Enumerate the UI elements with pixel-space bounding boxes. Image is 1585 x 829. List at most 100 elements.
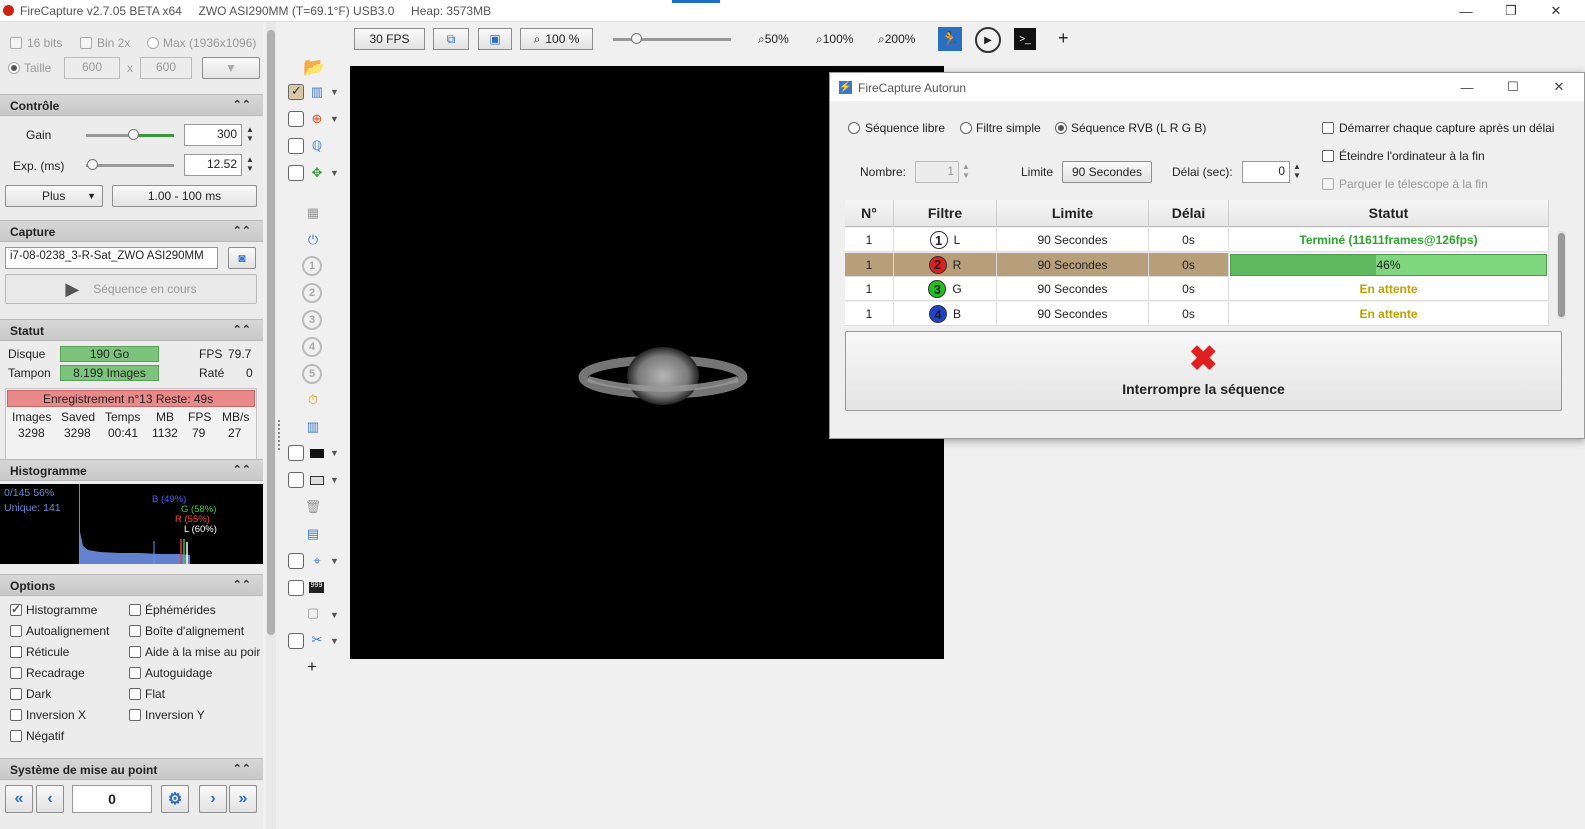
options-header[interactable]: Options ⌃⌃ <box>0 574 263 596</box>
add-toolbar-button[interactable]: + <box>1058 28 1069 49</box>
bar-chart-icon[interactable]: ▥ <box>304 418 322 436</box>
histogramme-header[interactable]: Histogramme ⌃⌃ <box>0 459 263 481</box>
preset-2-button[interactable]: 2 <box>302 283 322 303</box>
crosshair-icon[interactable]: ⊕ <box>308 110 326 128</box>
gain-spinner[interactable]: ▲ ▼ <box>244 125 256 143</box>
exp-slider[interactable] <box>86 164 174 167</box>
capture-header[interactable]: Capture ⌃⌃ <box>0 220 263 242</box>
preset-4-button[interactable]: 4 <box>302 337 322 357</box>
power-icon[interactable]: ⏻ <box>304 231 322 249</box>
exp-spinner[interactable]: ▲ ▼ <box>244 155 256 173</box>
timer-button[interactable]: ▶ <box>975 27 1001 53</box>
gain-input[interactable]: 300 <box>184 124 242 146</box>
option-checkbox[interactable] <box>129 709 141 721</box>
gain-slider-thumb[interactable] <box>128 129 140 140</box>
left-panel-scrollbar[interactable] <box>266 22 276 829</box>
option-checkbox[interactable] <box>10 709 22 721</box>
filename-input[interactable]: i7-08-0238_3-R-Sat_ZWO ASI290MM <box>5 247 218 269</box>
mode-libre-radio[interactable] <box>848 122 860 134</box>
zoom-100-button[interactable]: ⌕100% <box>816 32 853 47</box>
limite-button[interactable]: 90 Secondes <box>1062 161 1152 183</box>
nombre-spinner[interactable]: ▲ ▼ <box>960 162 972 180</box>
table-row[interactable]: 1 1 L 90 Secondes 0s Terminé (11611frames@126… <box>845 228 1549 252</box>
col-header-n[interactable]: N° <box>845 200 894 227</box>
close-button[interactable]: ✕ <box>1536 0 1576 22</box>
bin2x-checkbox[interactable] <box>80 37 92 49</box>
focus-settings-button[interactable]: ⚙ <box>161 785 189 813</box>
shutdown-checkbox[interactable] <box>1322 150 1334 162</box>
zoom-50-button[interactable]: ⌕50% <box>758 32 789 47</box>
chevron-down-icon[interactable]: ▼ <box>330 168 339 178</box>
align-icon[interactable]: ✥ <box>308 164 326 182</box>
folder-button[interactable]: ◙ <box>228 247 256 269</box>
exp-input[interactable]: 12.52 <box>184 154 242 176</box>
minimize-button[interactable]: — <box>1446 0 1486 22</box>
fps-button[interactable]: 30 FPS <box>354 28 425 50</box>
add-tool-button[interactable]: + <box>307 657 317 677</box>
table-scrollbar[interactable] <box>1557 231 1566 319</box>
option-checkbox[interactable] <box>10 646 22 658</box>
table-row[interactable]: 1 4 B 90 Secondes 0s En attente <box>845 302 1549 327</box>
chevron-down-icon[interactable]: ▼ <box>330 114 339 124</box>
col-header-limite[interactable]: Limite <box>997 200 1149 227</box>
park-telescope-checkbox[interactable] <box>1322 178 1334 190</box>
width-input[interactable]: 600 <box>64 57 120 79</box>
zoom-slider-thumb[interactable] <box>631 33 642 44</box>
calculator-icon[interactable]: ▤ <box>304 525 322 543</box>
mode-rvb-radio[interactable] <box>1055 122 1067 134</box>
histogram-tool-icon[interactable]: ▥ <box>308 83 326 101</box>
align-tool-checkbox[interactable] <box>288 165 304 181</box>
tools-checkbox[interactable] <box>288 633 304 649</box>
focus-forward-button[interactable]: › <box>199 785 227 813</box>
scrollbar-thumb[interactable] <box>267 30 275 635</box>
focus-fast-forward-button[interactable]: » <box>229 785 257 813</box>
option-checkbox[interactable] <box>10 625 22 637</box>
option-checkbox[interactable] <box>10 730 22 742</box>
chevron-down-icon[interactable]: ▼ <box>330 610 339 620</box>
col-header-filtre[interactable]: Filtre <box>894 200 997 227</box>
option-checkbox[interactable] <box>129 604 141 616</box>
frame-icon[interactable]: ▢ <box>304 604 322 622</box>
focus-assist-icon[interactable]: ℚ <box>308 137 326 155</box>
nombre-input[interactable]: 1 <box>915 161 959 183</box>
focus-back-button[interactable]: ‹ <box>36 785 64 813</box>
delay-start-checkbox[interactable] <box>1322 122 1334 134</box>
option-checkbox[interactable] <box>129 667 141 679</box>
preset-1-button[interactable]: 1 <box>302 256 322 276</box>
plus-dropdown[interactable]: Plus ▼ <box>5 185 103 207</box>
focus-tool-checkbox[interactable] <box>288 138 304 154</box>
target-tool-checkbox[interactable] <box>288 553 304 569</box>
scrollbar-thumb[interactable] <box>1558 233 1565 317</box>
option-checkbox[interactable] <box>129 625 141 637</box>
grid-icon[interactable]: ▦ <box>304 204 322 222</box>
flat-tool-checkbox[interactable] <box>288 472 304 488</box>
console-button[interactable]: >_ <box>1014 28 1036 50</box>
stopwatch-icon[interactable]: ⏱ <box>304 391 322 409</box>
counter-tool-checkbox[interactable] <box>288 580 304 596</box>
stop-sequence-button[interactable]: ✖ Interrompre la séquence <box>845 331 1562 411</box>
preset-3-button[interactable]: 3 <box>302 310 322 330</box>
table-row[interactable]: 1 2 R 90 Secondes 0s 46% <box>845 252 1549 277</box>
statut-header[interactable]: Statut ⌃⌃ <box>0 319 263 341</box>
crosshair-tool-checkbox[interactable] <box>288 111 304 127</box>
delai-spinner[interactable]: ▲ ▼ <box>1291 162 1303 180</box>
dark-frame-icon[interactable] <box>310 449 324 458</box>
flat-frame-icon[interactable] <box>310 476 324 485</box>
chevron-down-icon[interactable]: ▼ <box>330 636 339 646</box>
chevron-down-icon[interactable]: ▼ <box>330 475 339 485</box>
exposure-range-button[interactable]: 1.00 - 100 ms <box>112 185 257 207</box>
dialog-minimize-button[interactable]: — <box>1444 73 1490 101</box>
fullscreen-button[interactable]: ▣ <box>478 28 512 50</box>
col-header-delai[interactable]: Délai <box>1149 200 1229 227</box>
zoom-button[interactable]: ⌕ 100 % <box>520 28 593 50</box>
preset-5-button[interactable]: 5 <box>302 364 322 384</box>
tools-icon[interactable]: ✂ <box>308 631 326 649</box>
sequence-running-button[interactable]: ▶ Séquence en cours <box>5 274 257 304</box>
splitter-handle[interactable] <box>278 420 281 450</box>
trash-icon[interactable]: 🗑 <box>304 498 322 516</box>
col-header-statut[interactable]: Statut <box>1229 200 1549 227</box>
height-input[interactable]: 600 <box>140 57 192 79</box>
option-checkbox[interactable] <box>10 602 22 616</box>
resolution-dropdown[interactable]: ▼ <box>202 57 260 79</box>
fit-window-button[interactable]: ⧉ <box>433 28 469 50</box>
